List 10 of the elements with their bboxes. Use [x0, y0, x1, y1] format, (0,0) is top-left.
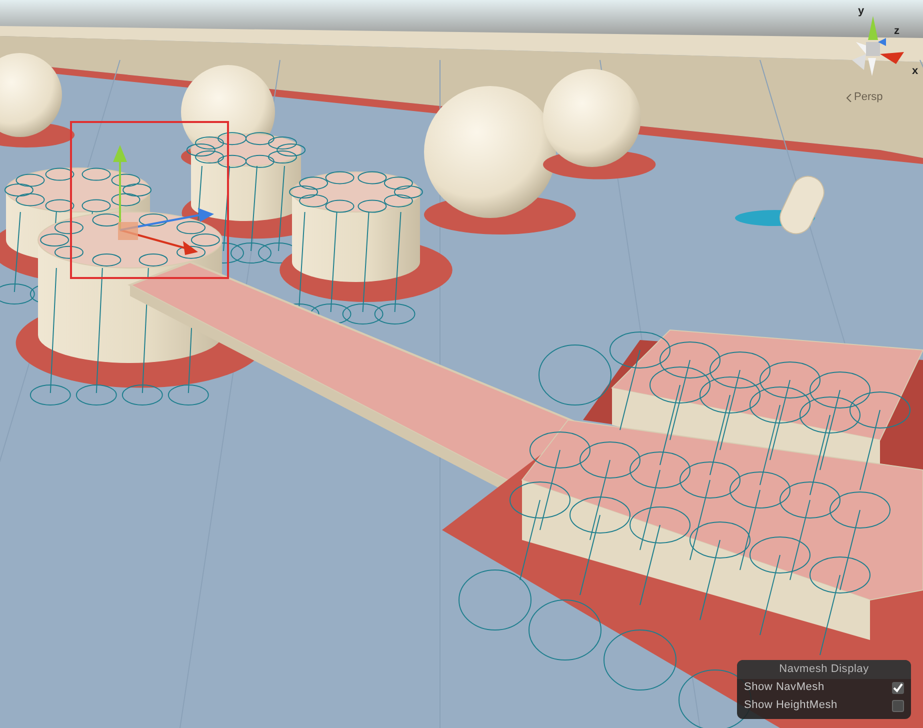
move-gizmo-icon[interactable]: [113, 145, 214, 255]
checkbox[interactable]: [892, 700, 904, 712]
chevron-left-icon: [846, 94, 852, 102]
option-label: Show HeightMesh: [744, 698, 838, 714]
panel-title: Navmesh Display: [737, 660, 911, 678]
axis-label: y: [858, 6, 864, 17]
projection-label[interactable]: Persp: [854, 92, 883, 103]
option-label: Show NavMesh: [744, 680, 824, 696]
axis-label: z: [894, 26, 900, 37]
axis-label: x: [912, 66, 918, 77]
